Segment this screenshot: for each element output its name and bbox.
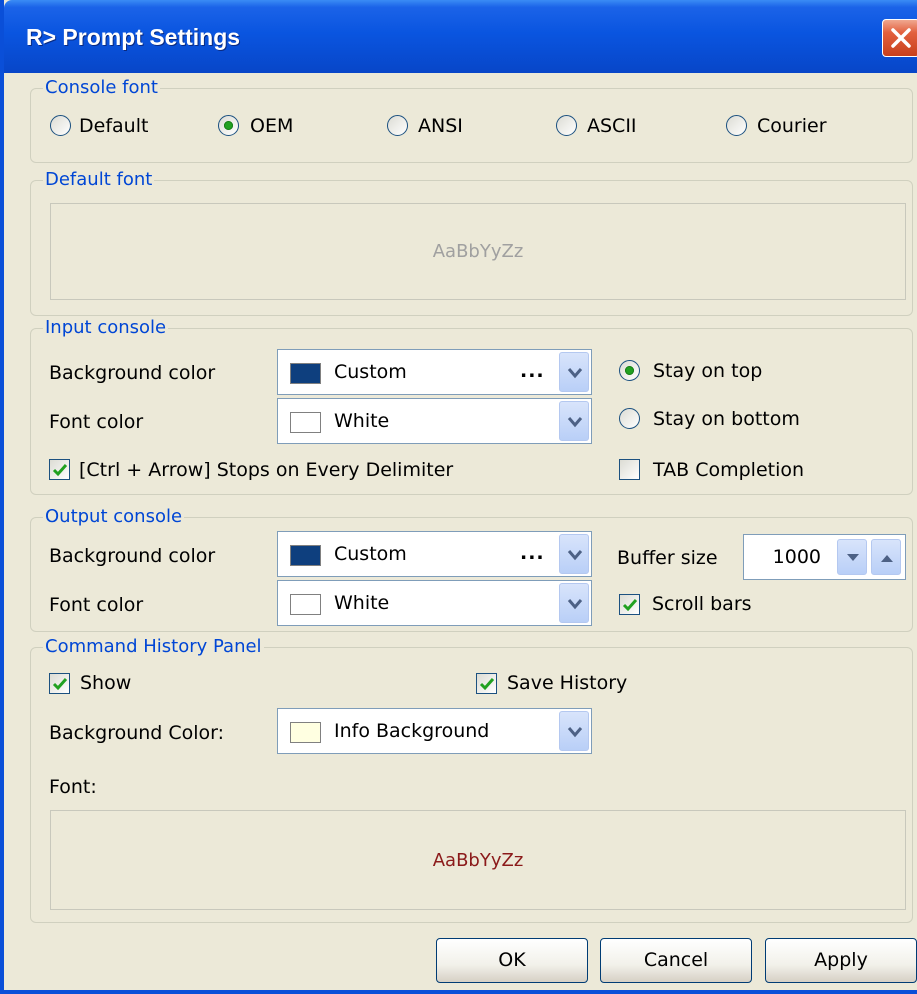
input-font-label: Font color bbox=[49, 411, 144, 433]
color-swatch bbox=[290, 594, 321, 615]
radio-ascii[interactable] bbox=[556, 115, 577, 136]
output-bg-color-select[interactable]: Custom ... bbox=[277, 531, 592, 577]
default-font-preview[interactable]: AaBbYyZz bbox=[50, 203, 906, 300]
radio-oem[interactable] bbox=[218, 115, 239, 136]
dropdown-button[interactable] bbox=[559, 583, 589, 623]
history-font-sample: AaBbYyZz bbox=[432, 849, 524, 871]
cancel-button[interactable]: Cancel bbox=[600, 938, 752, 983]
dropdown-button[interactable] bbox=[559, 352, 589, 392]
settings-dialog: R> Prompt Settings Console font Default … bbox=[0, 0, 917, 994]
radio-selected-dot bbox=[224, 121, 233, 130]
ctrl-arrow-checkbox[interactable] bbox=[49, 459, 70, 480]
input-bg-label: Background color bbox=[49, 362, 216, 384]
radio-default[interactable] bbox=[50, 115, 71, 136]
stay-on-bottom-label: Stay on bottom bbox=[653, 408, 800, 430]
default-font-legend: Default font bbox=[43, 169, 155, 190]
input-bg-color-value: Custom bbox=[334, 361, 407, 383]
radio-stay-on-bottom[interactable] bbox=[619, 408, 640, 429]
radio-ansi-label: ANSI bbox=[418, 115, 463, 137]
output-font-color-value: White bbox=[334, 592, 390, 614]
save-history-checkbox[interactable] bbox=[476, 673, 497, 694]
stay-on-top-label: Stay on top bbox=[653, 360, 763, 382]
input-bg-color-select[interactable]: Custom ... bbox=[277, 349, 592, 395]
dropdown-button[interactable] bbox=[559, 534, 589, 574]
dropdown-button[interactable] bbox=[559, 401, 589, 441]
radio-stay-on-top[interactable] bbox=[619, 360, 640, 381]
default-font-sample: AaBbYyZz bbox=[432, 241, 524, 262]
history-bg-color-value: Info Background bbox=[334, 720, 490, 742]
spin-up-button[interactable] bbox=[871, 539, 901, 575]
custom-color-ellipsis[interactable]: ... bbox=[520, 542, 545, 564]
tab-completion-checkbox[interactable] bbox=[619, 459, 640, 480]
output-bg-label: Background color bbox=[49, 545, 216, 567]
radio-oem-label: OEM bbox=[250, 115, 294, 137]
history-bg-color-select[interactable]: Info Background bbox=[277, 708, 592, 754]
spin-down-button[interactable] bbox=[837, 539, 867, 575]
scroll-bars-label: Scroll bars bbox=[652, 593, 752, 615]
buffer-size-label: Buffer size bbox=[617, 547, 718, 569]
history-font-preview[interactable]: AaBbYyZz bbox=[50, 810, 906, 910]
input-font-color-value: White bbox=[334, 410, 390, 432]
history-font-label: Font: bbox=[49, 776, 97, 798]
color-swatch bbox=[290, 412, 321, 433]
scroll-bars-checkbox[interactable] bbox=[619, 594, 640, 615]
radio-ascii-label: ASCII bbox=[587, 115, 637, 137]
output-font-color-select[interactable]: White bbox=[277, 580, 592, 626]
ok-button[interactable]: OK bbox=[436, 938, 588, 983]
radio-default-label: Default bbox=[79, 115, 149, 137]
history-panel-legend: Command History Panel bbox=[43, 636, 264, 657]
custom-color-ellipsis[interactable]: ... bbox=[520, 360, 545, 382]
dropdown-button[interactable] bbox=[559, 711, 589, 751]
tab-completion-label: TAB Completion bbox=[653, 459, 805, 481]
color-swatch bbox=[290, 722, 321, 743]
radio-selected-dot bbox=[625, 366, 634, 375]
apply-button[interactable]: Apply bbox=[765, 938, 917, 983]
window-title: R> Prompt Settings bbox=[26, 24, 241, 50]
radio-courier-label: Courier bbox=[757, 115, 827, 137]
ctrl-arrow-label: [Ctrl + Arrow] Stops on Every Delimiter bbox=[79, 459, 454, 481]
radio-ansi[interactable] bbox=[387, 115, 408, 136]
history-bg-label: Background Color: bbox=[49, 722, 225, 744]
save-history-label: Save History bbox=[507, 672, 628, 694]
buffer-size-value[interactable]: 1000 bbox=[773, 546, 821, 568]
console-font-legend: Console font bbox=[43, 77, 160, 98]
title-bar[interactable]: R> Prompt Settings bbox=[4, 0, 917, 73]
buffer-size-spinner[interactable]: 1000 bbox=[743, 534, 906, 580]
close-button[interactable] bbox=[882, 19, 917, 57]
show-checkbox[interactable] bbox=[49, 673, 70, 694]
radio-courier[interactable] bbox=[726, 115, 747, 136]
input-console-legend: Input console bbox=[43, 317, 169, 338]
show-label: Show bbox=[80, 672, 132, 694]
input-font-color-select[interactable]: White bbox=[277, 398, 592, 444]
output-console-legend: Output console bbox=[43, 506, 185, 527]
output-bg-color-value: Custom bbox=[334, 543, 407, 565]
color-swatch bbox=[290, 363, 321, 384]
output-font-label: Font color bbox=[49, 594, 144, 616]
color-swatch bbox=[290, 545, 321, 566]
